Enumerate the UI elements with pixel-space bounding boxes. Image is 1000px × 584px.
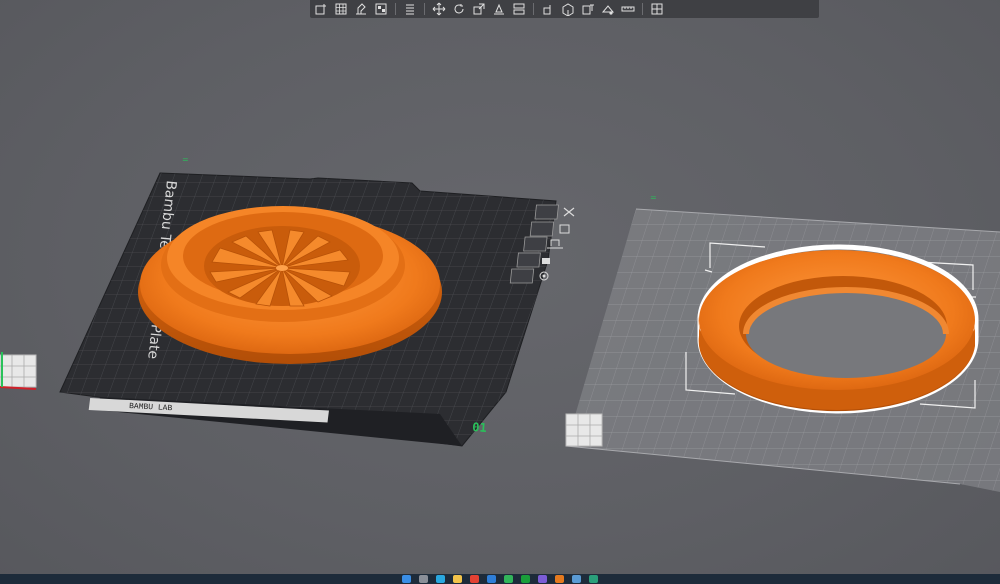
plate-corner-marker: = <box>182 155 189 164</box>
plate-number: 01 <box>472 420 487 435</box>
os-taskbar <box>0 574 1000 584</box>
arrange-plate-button[interactable] <box>529 221 570 237</box>
browser-icon[interactable] <box>436 575 445 583</box>
bambu-studio-icon[interactable] <box>555 575 564 583</box>
app-icon[interactable] <box>521 575 530 583</box>
origin-axes <box>0 352 37 390</box>
folder-icon[interactable] <box>453 575 462 583</box>
app-icon[interactable] <box>538 575 547 583</box>
build-scene[interactable]: BAMBU LAB Bambu Textured PEI Plate 01 = <box>0 0 1000 574</box>
orient-plate-button[interactable] <box>523 236 563 252</box>
plate-2-origin-marker <box>565 413 603 447</box>
start-icon[interactable] <box>402 575 411 583</box>
object-ring[interactable] <box>697 244 979 414</box>
app-icon[interactable] <box>589 575 598 583</box>
search-icon[interactable] <box>419 575 428 583</box>
3d-viewport[interactable]: BAMBU LAB Bambu Textured PEI Plate 01 = <box>0 0 1000 584</box>
close-plate-button[interactable] <box>534 204 575 220</box>
app-icon[interactable] <box>572 575 581 583</box>
app-icon[interactable] <box>487 575 496 583</box>
app-icon[interactable] <box>504 575 513 583</box>
plate-2-corner-marker: = <box>650 193 657 202</box>
app-icon[interactable] <box>470 575 479 583</box>
